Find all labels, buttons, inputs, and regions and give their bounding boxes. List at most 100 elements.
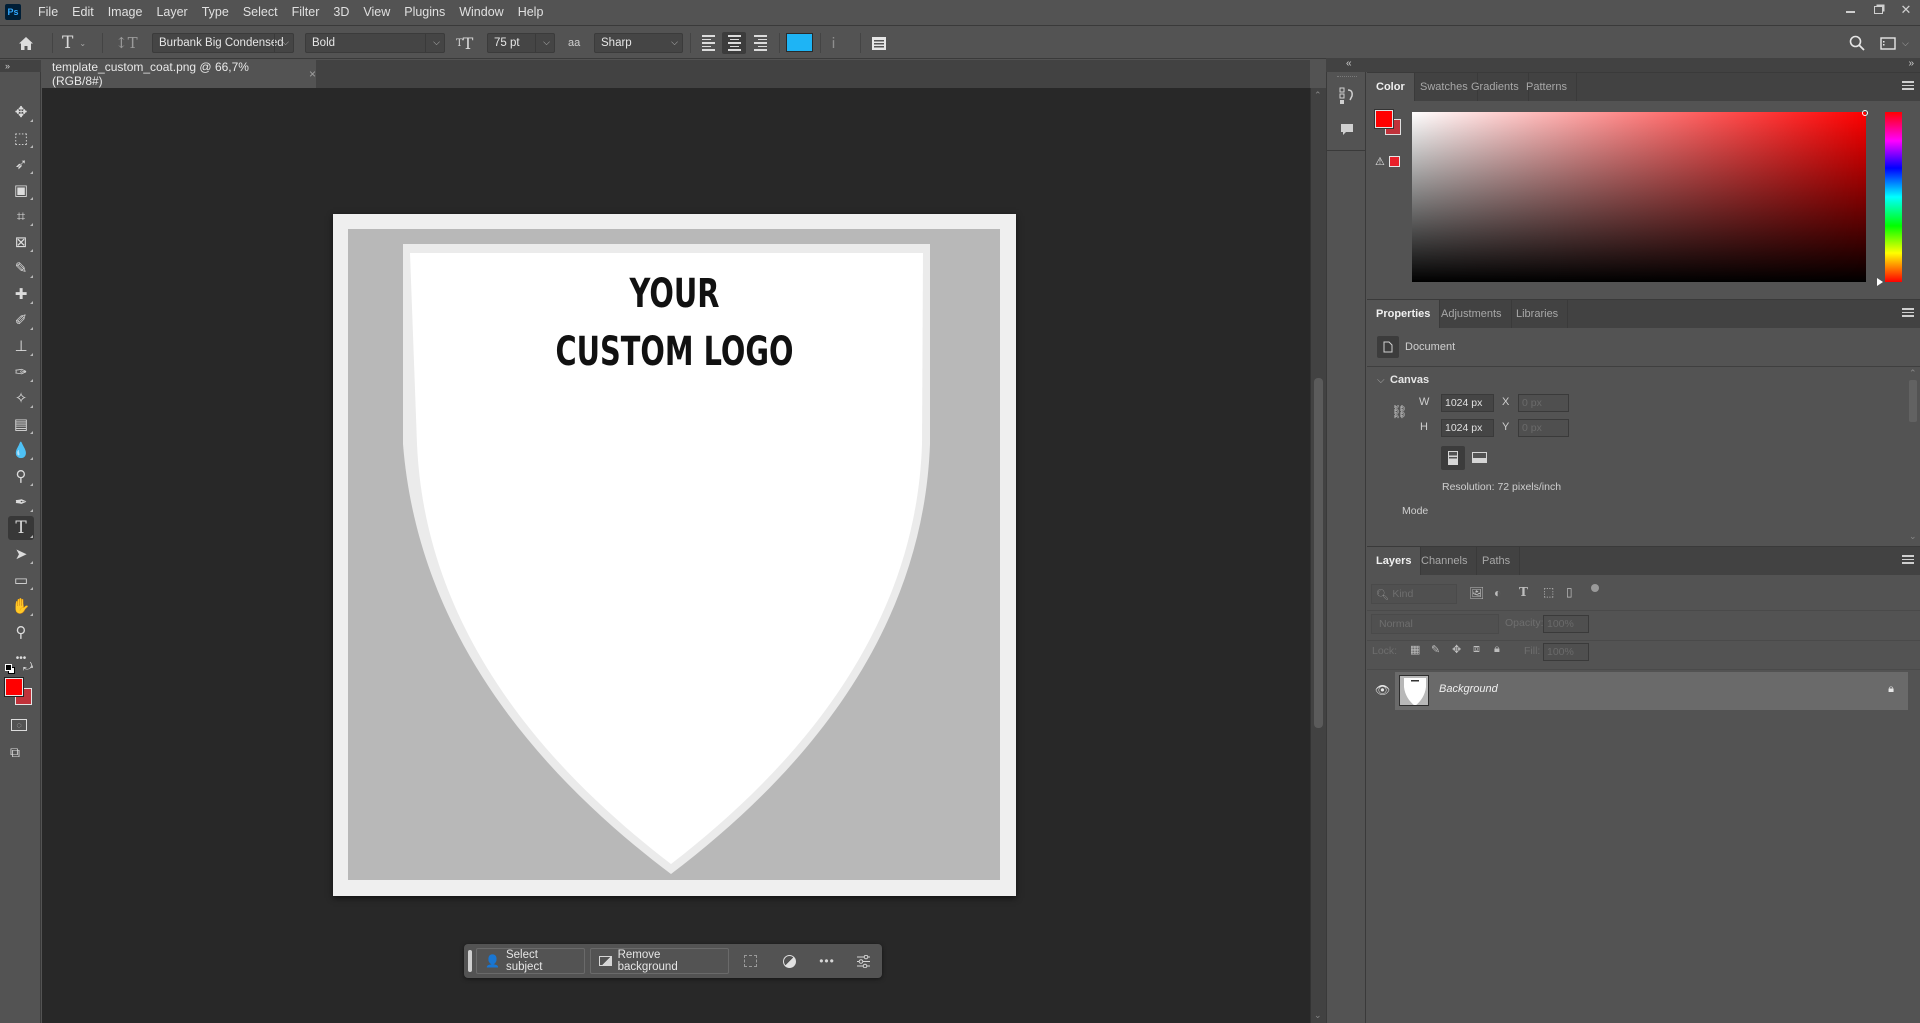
zoom-tool[interactable]: ⚲: [8, 620, 34, 644]
menu-window[interactable]: Window: [452, 0, 510, 24]
tab-paths[interactable]: Paths: [1473, 547, 1521, 575]
filter-adjustment-layers-icon[interactable]: ◐: [1494, 586, 1501, 600]
gradient-tool[interactable]: ▤: [8, 412, 34, 436]
color-picker-marker[interactable]: [1862, 110, 1868, 116]
gamut-warning-swatch[interactable]: [1389, 156, 1400, 167]
scrollbar-thumb[interactable]: [1314, 378, 1323, 728]
menu-view[interactable]: View: [356, 0, 397, 24]
eyedropper-tool[interactable]: ✎: [8, 256, 34, 280]
close-button[interactable]: ✕: [1892, 0, 1920, 20]
layer-lock-icon[interactable]: 🔒︎: [1888, 683, 1894, 696]
filter-toggle[interactable]: [1591, 584, 1599, 592]
lock-position-icon[interactable]: ✥: [1452, 643, 1461, 656]
crop-tool[interactable]: ⌗: [8, 204, 34, 228]
default-colors-button[interactable]: [5, 664, 15, 674]
align-right-button[interactable]: [748, 32, 772, 54]
dock-grip[interactable]: [1337, 76, 1357, 79]
blur-tool[interactable]: 💧: [8, 438, 34, 462]
menu-help[interactable]: Help: [511, 0, 551, 24]
canvas-height-input[interactable]: 1024 px: [1441, 419, 1494, 437]
search-button[interactable]: [1849, 26, 1865, 60]
document-tab[interactable]: template_custom_coat.png @ 66,7% (RGB/8#…: [42, 60, 316, 88]
menu-3d[interactable]: 3D: [326, 0, 356, 24]
color-picker-field[interactable]: [1412, 110, 1868, 282]
menu-layer[interactable]: Layer: [149, 0, 194, 24]
healing-brush-tool[interactable]: ✚: [8, 282, 34, 306]
adjustment-button[interactable]: [778, 950, 800, 972]
tool-preset-picker[interactable]: T ⌄: [62, 26, 86, 60]
lock-image-pixels-icon[interactable]: ✎: [1431, 643, 1440, 656]
align-left-button[interactable]: [696, 32, 720, 54]
scrollbar-thumb[interactable]: [1909, 380, 1917, 422]
font-size-select[interactable]: 75 pt ⌵: [487, 33, 555, 53]
home-button[interactable]: [18, 26, 34, 60]
toolbar-collapse-button[interactable]: »: [0, 60, 41, 72]
panel-menu-icon[interactable]: [1902, 81, 1914, 92]
more-options-button[interactable]: •••: [816, 950, 838, 972]
menu-type[interactable]: Type: [195, 0, 236, 24]
menu-plugins[interactable]: Plugins: [397, 0, 452, 24]
expand-panels-icon[interactable]: «: [1346, 58, 1352, 69]
hue-slider[interactable]: [1877, 112, 1902, 286]
drag-handle[interactable]: [468, 950, 472, 972]
marquee-tool[interactable]: ⬚: [8, 126, 34, 150]
filter-type-layers-icon[interactable]: T: [1519, 585, 1528, 599]
layer-filter-select[interactable]: 🔍︎ Kind: [1371, 584, 1457, 604]
font-family-select[interactable]: Burbank Big Condensed ⌵: [152, 33, 294, 53]
hue-slider-handle[interactable]: [1877, 278, 1883, 286]
align-center-button[interactable]: [722, 32, 746, 54]
tab-adjustments[interactable]: Adjustments: [1432, 300, 1512, 328]
antialias-select[interactable]: Sharp ⌵: [594, 33, 683, 53]
tab-patterns[interactable]: Patterns: [1517, 73, 1577, 101]
swap-colors-button[interactable]: ⤾: [23, 661, 32, 674]
path-selection-tool[interactable]: ➤: [8, 542, 34, 566]
tab-channels[interactable]: Channels: [1412, 547, 1478, 575]
canvas-width-input[interactable]: 1024 px: [1441, 394, 1494, 412]
minimize-button[interactable]: [1836, 0, 1864, 20]
menu-filter[interactable]: Filter: [285, 0, 327, 24]
eraser-tool[interactable]: ✧: [8, 386, 34, 410]
filter-smart-objects-icon[interactable]: ▯: [1566, 585, 1573, 599]
panel-menu-icon[interactable]: [1902, 555, 1914, 566]
frame-tool[interactable]: ⊠: [8, 230, 34, 254]
object-selection-tool[interactable]: ▣: [8, 178, 34, 202]
menu-edit[interactable]: Edit: [65, 0, 101, 24]
lasso-tool[interactable]: ➶: [8, 152, 34, 176]
properties-scrollbar[interactable]: ⌃ ⌄: [1908, 366, 1918, 544]
collapse-panels-icon[interactable]: »: [1908, 58, 1914, 69]
lock-all-icon[interactable]: 🔒︎: [1494, 643, 1500, 656]
menu-select[interactable]: Select: [236, 0, 285, 24]
portrait-orientation-button[interactable]: [1441, 446, 1465, 470]
bar-settings-button[interactable]: [852, 950, 874, 972]
link-dimensions-icon[interactable]: ⛓: [1391, 404, 1408, 420]
tab-color[interactable]: Color: [1367, 73, 1415, 101]
scroll-down-icon[interactable]: ⌄: [1314, 1010, 1322, 1021]
select-subject-button[interactable]: 👤 Select subject: [476, 948, 585, 974]
pen-tool[interactable]: ✒: [8, 490, 34, 514]
remove-background-button[interactable]: Remove background: [590, 948, 729, 974]
landscape-orientation-button[interactable]: [1471, 450, 1487, 464]
restore-button[interactable]: [1864, 0, 1892, 20]
warp-text-button[interactable]: Ꭵ: [832, 26, 835, 60]
character-panel-button[interactable]: [871, 26, 887, 60]
transform-selection-button[interactable]: [739, 950, 761, 972]
scroll-up-icon[interactable]: ⌃: [1909, 368, 1917, 379]
clone-stamp-tool[interactable]: ⊥: [8, 334, 34, 358]
hand-tool[interactable]: ✋: [8, 594, 34, 618]
scroll-down-icon[interactable]: ⌄: [1909, 531, 1917, 542]
rectangle-tool[interactable]: ▭: [8, 568, 34, 592]
menu-image[interactable]: Image: [101, 0, 150, 24]
lock-artboard-icon[interactable]: ⧈: [1473, 643, 1480, 656]
type-tool[interactable]: T: [8, 516, 34, 540]
foreground-color-swatch[interactable]: [4, 677, 24, 697]
canvas-collapse-icon[interactable]: ⌵: [1377, 375, 1385, 386]
text-color-swatch[interactable]: [786, 33, 813, 52]
close-tab-icon[interactable]: ×: [309, 67, 316, 81]
screen-mode-button[interactable]: ⧉: [10, 744, 20, 761]
filter-shape-layers-icon[interactable]: ⬚: [1543, 585, 1554, 599]
lock-transparent-pixels-icon[interactable]: ▦: [1410, 643, 1420, 656]
brush-tool[interactable]: ✐: [8, 308, 34, 332]
comments-panel-button[interactable]: [1335, 117, 1359, 141]
tab-libraries[interactable]: Libraries: [1507, 300, 1569, 328]
history-panel-button[interactable]: [1335, 84, 1359, 108]
